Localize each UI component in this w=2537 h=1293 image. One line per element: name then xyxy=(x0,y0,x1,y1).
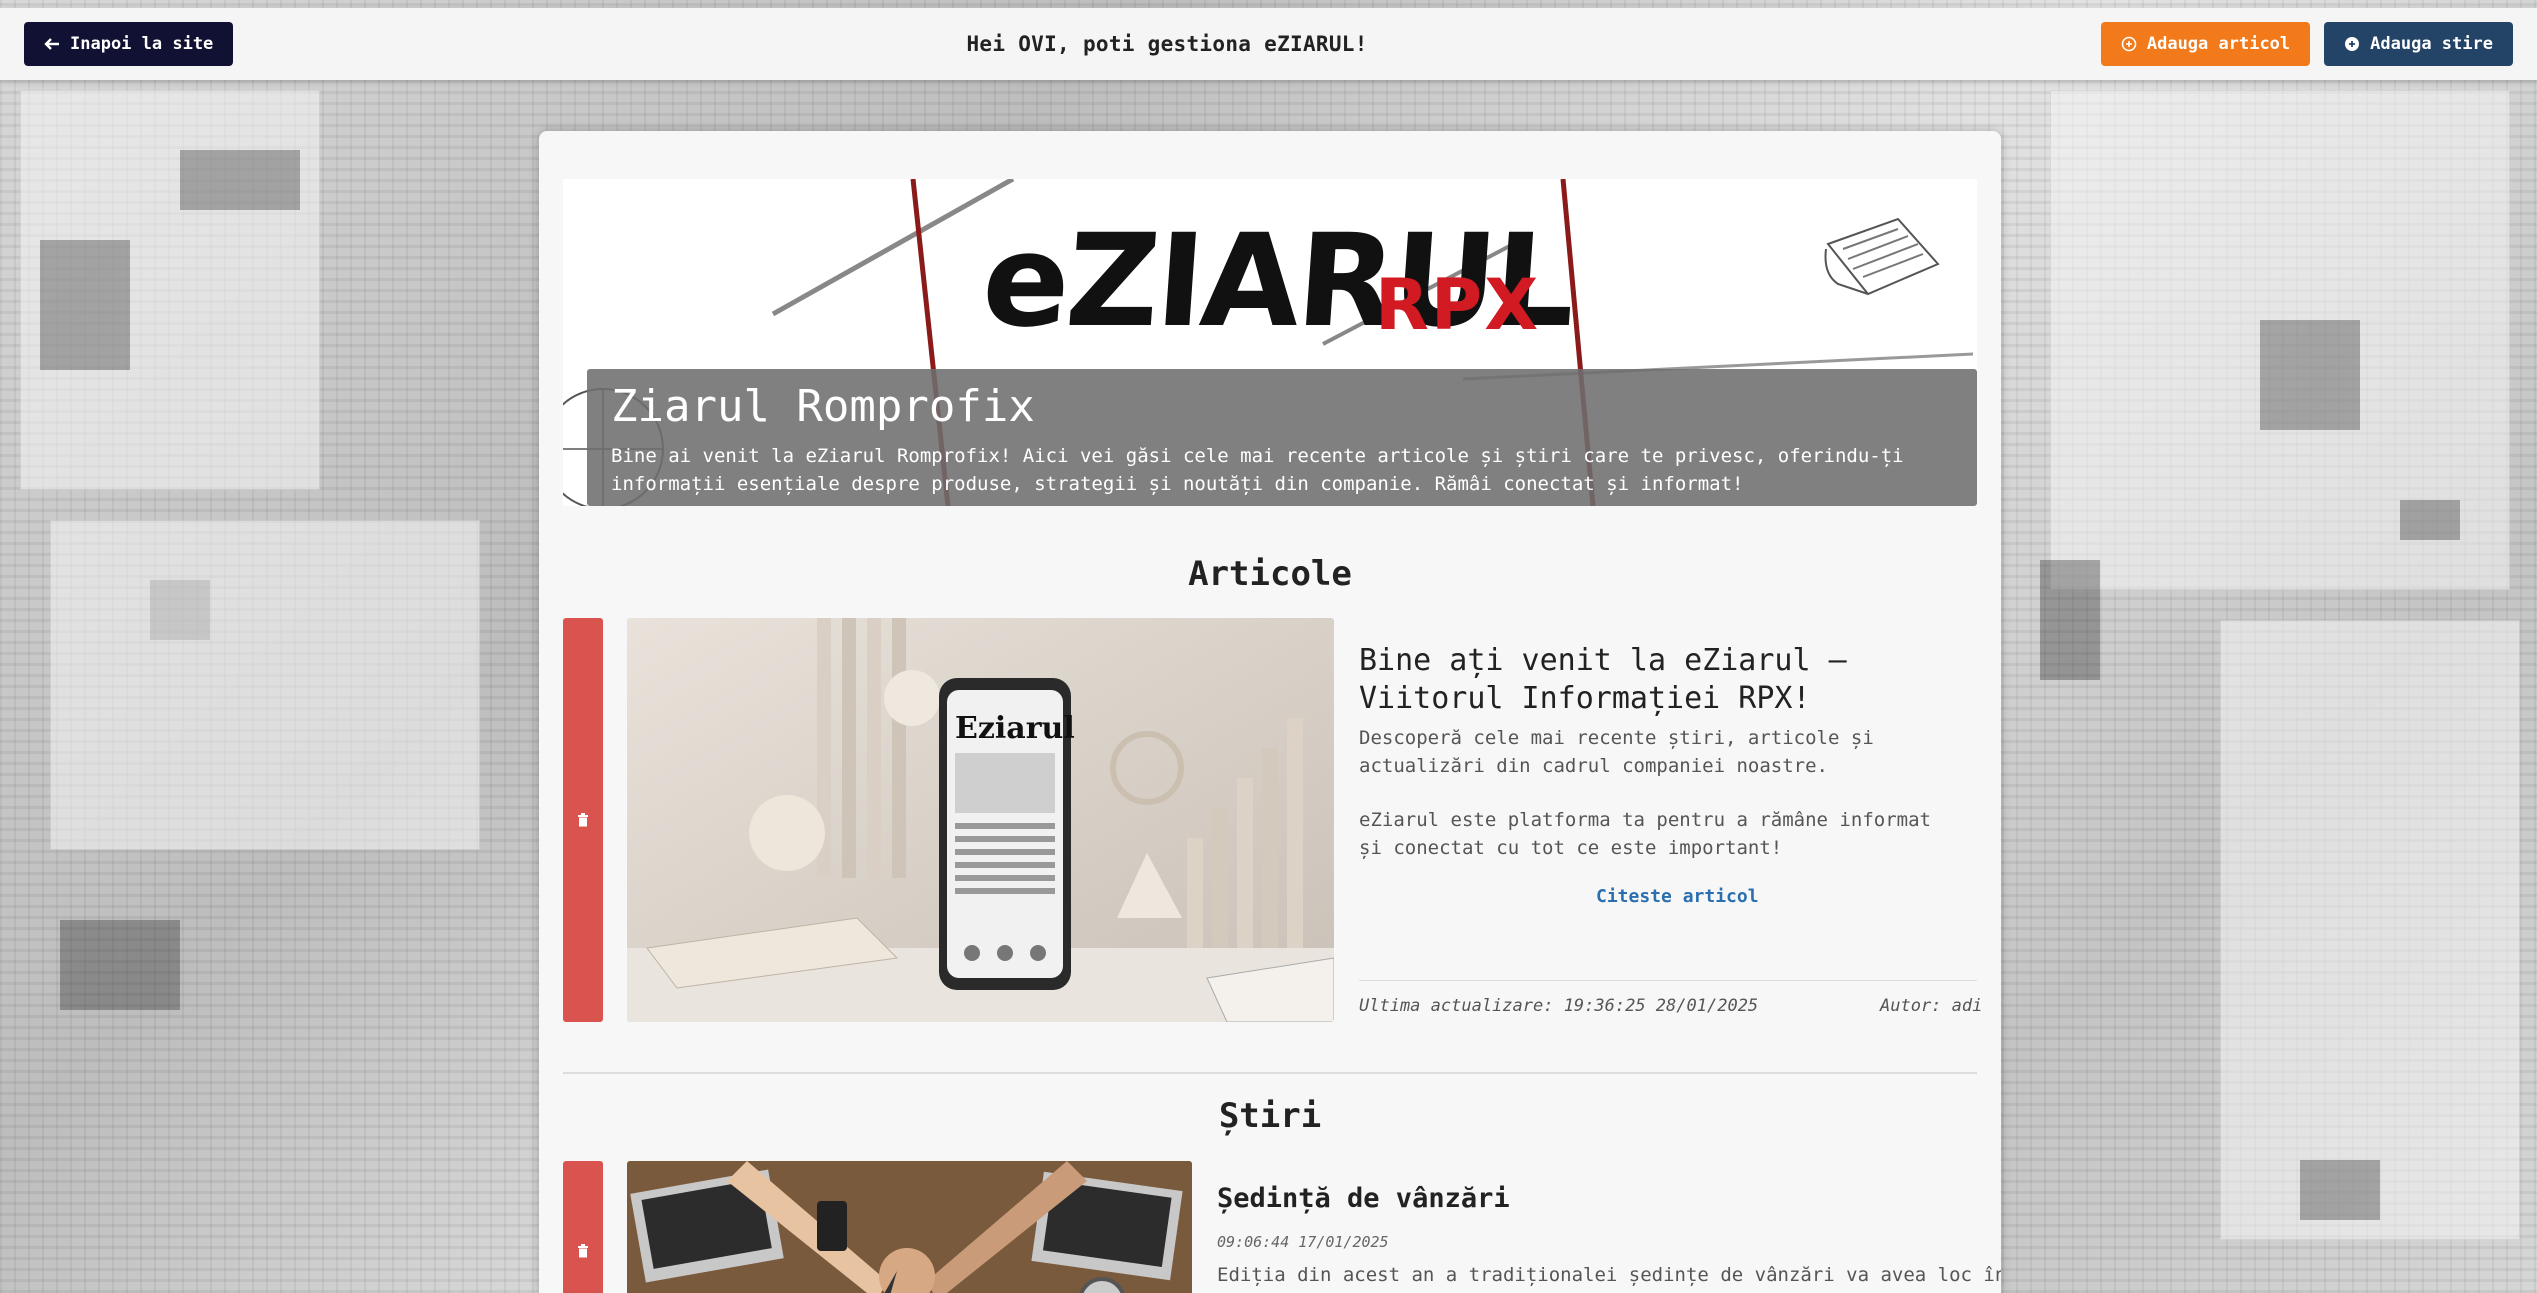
banner-description: Bine ai venit la eZiarul Romprofix! Aici… xyxy=(611,445,1904,495)
article-meta-divider xyxy=(1359,980,1977,981)
news-image[interactable] xyxy=(627,1161,1192,1293)
read-article-link[interactable]: Citeste articol xyxy=(1596,886,1759,907)
back-to-site-label: Inapoi la site xyxy=(70,34,214,54)
article-updated: Ultima actualizare: 19:36:25 28/01/2025 xyxy=(1359,996,1759,1016)
plus-circle-icon xyxy=(2345,37,2360,51)
banner-title: Ziarul Romprofix xyxy=(611,381,1035,432)
add-article-label: Adauga articol xyxy=(2146,34,2291,54)
site-banner: eZIARUL RPX Ziarul Romprofix Bine ai ven… xyxy=(563,179,1977,506)
trash-icon xyxy=(578,813,588,827)
article-image[interactable]: Eziarul xyxy=(627,618,1334,1022)
add-news-label: Adauga stire xyxy=(2370,34,2493,54)
news-date: 09:06:44 17/01/2025 xyxy=(1217,1233,1389,1251)
add-article-button[interactable]: Adauga articol xyxy=(2100,22,2311,66)
plus-circle-icon xyxy=(2121,36,2137,52)
back-to-site-button[interactable]: Inapoi la site xyxy=(24,22,234,66)
arrow-left-icon xyxy=(44,38,59,50)
news-section-title: Știri xyxy=(1218,1096,1322,1136)
add-news-button[interactable]: Adauga stire xyxy=(2324,22,2513,66)
articles-section-title: Articole xyxy=(1188,554,1352,594)
site-logo-suffix: RPX xyxy=(1375,264,1541,346)
news-title[interactable]: Ședință de vânzări xyxy=(1217,1183,1510,1214)
admin-greeting: Hei OVI, poti gestiona eZIARUL! xyxy=(966,32,1368,56)
article-author: Autor: adi xyxy=(1880,996,1983,1016)
admin-main-card: eZIARUL RPX Ziarul Romprofix Bine ai ven… xyxy=(539,131,2001,1293)
article-excerpt-1: Descoperă cele mai recente știri, artico… xyxy=(1359,727,1874,777)
article-image-caption: Eziarul xyxy=(955,711,1075,746)
admin-top-bar: Inapoi la site Hei OVI, poti gestiona eZ… xyxy=(0,8,2537,80)
article-excerpt-2: eZiarul este platforma ta pentru a rămân… xyxy=(1359,809,1931,859)
newspaper-icon xyxy=(1824,217,1940,296)
delete-news-button[interactable] xyxy=(563,1161,603,1293)
trash-icon xyxy=(578,1244,588,1258)
delete-article-button[interactable] xyxy=(563,618,603,1022)
section-divider xyxy=(563,1072,1977,1074)
news-excerpt: Ediția din acest an a tradiționalei ședi… xyxy=(1217,1264,2001,1286)
article-title[interactable]: Bine ați venit la eZiarul – Viitorul Inf… xyxy=(1359,642,1959,718)
banner-overlay: Ziarul Romprofix Bine ai venit la eZiaru… xyxy=(587,369,1977,506)
